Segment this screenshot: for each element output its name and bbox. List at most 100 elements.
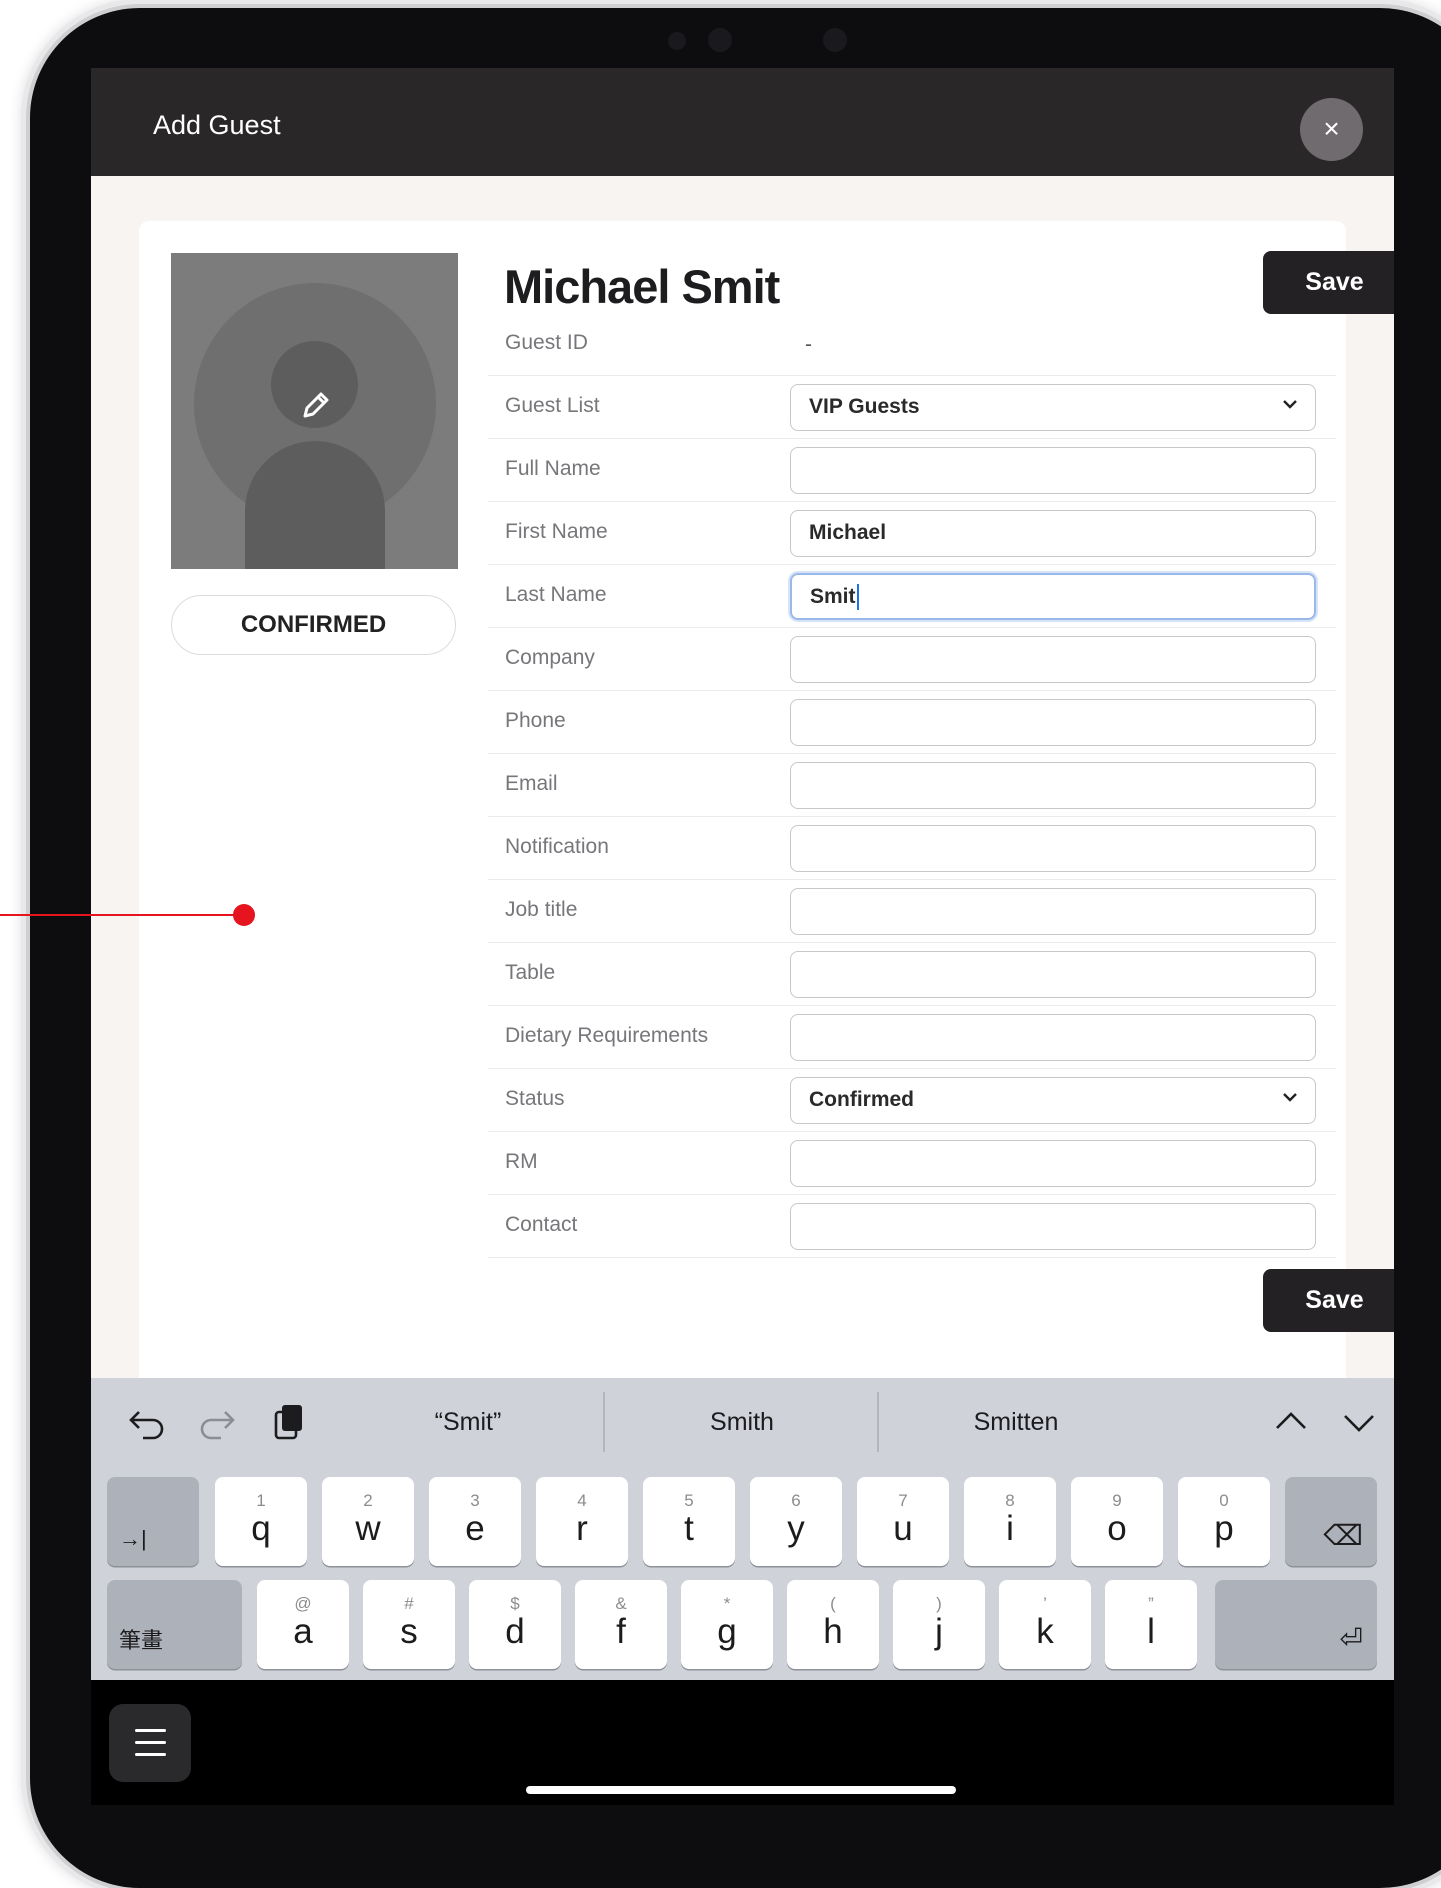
key-p[interactable]: 0p [1178,1477,1270,1566]
camera-strip [660,26,880,66]
key-t[interactable]: 5t [643,1477,735,1566]
first-name-input[interactable]: Michael [790,510,1316,557]
full-name-input[interactable] [790,447,1316,494]
key-label: w [355,1509,381,1548]
rm-input[interactable] [790,1140,1316,1187]
key-label: q [251,1509,271,1548]
return-icon: ⏎ [1339,1623,1363,1654]
rm-label: RM [505,1150,538,1173]
save-button-top[interactable]: Save [1263,251,1394,314]
key-alt-label: # [404,1594,414,1613]
undo-icon[interactable] [125,1400,169,1444]
form-row-first-name: First Name Michael [488,502,1336,565]
notification-input[interactable] [790,825,1316,872]
guest-list-label: Guest List [505,394,600,417]
key-u[interactable]: 7u [857,1477,949,1566]
status-value: Confirmed [809,1088,914,1111]
key-label: s [400,1612,418,1651]
key-s[interactable]: # s [363,1580,455,1669]
key-alt-label: 5 [684,1491,694,1510]
text-caret [856,584,859,611]
guest-id-value: - [805,333,812,356]
form-row-email: Email [488,754,1336,817]
chevron-down-icon [1283,400,1297,409]
full-name-label: Full Name [505,457,601,480]
key-y[interactable]: 6y [750,1477,842,1566]
tab-key-label: →| [119,1526,147,1551]
company-input[interactable] [790,636,1316,683]
phone-input[interactable] [790,699,1316,746]
onscreen-keyboard: “Smit” Smith Smitten →| 1q 2w 3e 4r 5t 6… [91,1378,1394,1680]
key-f[interactable]: & f [575,1580,667,1669]
key-o[interactable]: 9o [1071,1477,1163,1566]
suggestion-2[interactable]: Smith [607,1408,877,1437]
form-row-phone: Phone [488,691,1336,754]
key-label: h [823,1612,843,1651]
return-key[interactable]: ⏎ [1215,1580,1377,1669]
redo-icon[interactable] [195,1400,239,1444]
key-r[interactable]: 4r [536,1477,628,1566]
key-alt-label: ” [1148,1594,1154,1613]
email-input[interactable] [790,762,1316,809]
key-label: a [293,1612,313,1651]
menu-button[interactable] [109,1704,191,1782]
annotation-pointer-dot [233,904,255,926]
key-label: f [616,1612,626,1651]
table-input[interactable] [790,951,1316,998]
job-title-label: Job title [505,898,578,921]
key-label: d [505,1612,525,1651]
guest-photo[interactable] [171,253,458,569]
app-screen: Add Guest × CONFIRMED Michael Smit Save … [91,68,1394,1805]
status-select[interactable]: Confirmed [790,1077,1316,1124]
key-e[interactable]: 3e [429,1477,521,1566]
delete-icon: ⌫ [1323,1520,1363,1551]
save-button-bottom[interactable]: Save [1263,1269,1394,1332]
pencil-icon[interactable] [299,388,333,422]
last-name-input[interactable]: Smit [790,573,1316,620]
form-row-full-name: Full Name [488,439,1336,502]
key-a[interactable]: @ a [257,1580,349,1669]
form-row-rm: RM [488,1132,1336,1195]
paste-icon[interactable] [267,1400,311,1444]
suggestion-3[interactable]: Smitten [881,1408,1151,1437]
modal-title: Add Guest [153,110,281,140]
tab-key[interactable]: →| [107,1477,199,1566]
last-name-value: Smit [810,585,856,608]
key-i[interactable]: 8i [964,1477,1056,1566]
guest-form: Guest ID - Guest List VIP Guests Full Na… [488,313,1336,1258]
key-h[interactable]: (h [787,1580,879,1669]
suggestion-divider [877,1392,879,1452]
contact-input[interactable] [790,1203,1316,1250]
key-j[interactable]: ) j [893,1580,985,1669]
suggestion-divider [603,1392,605,1452]
key-alt-label: ’ [1043,1594,1047,1613]
modal-header: Add Guest × [91,68,1394,176]
close-button[interactable]: × [1300,98,1363,161]
key-alt-label: ) [936,1594,942,1613]
guest-name-heading: Michael Smit [504,260,780,313]
dietary-input[interactable] [790,1014,1316,1061]
suggestion-1[interactable]: “Smit” [333,1408,603,1437]
form-row-dietary: Dietary Requirements [488,1006,1336,1069]
contact-label: Contact [505,1213,578,1236]
key-label: y [787,1509,805,1548]
key-l[interactable]: ” l [1105,1580,1197,1669]
form-row-last-name: Last Name Smit [488,565,1336,628]
job-title-input[interactable] [790,888,1316,935]
chevron-up-icon[interactable] [1269,1400,1313,1444]
home-indicator[interactable] [526,1786,956,1794]
delete-key[interactable]: ⌫ [1285,1477,1377,1566]
key-w[interactable]: 2w [322,1477,414,1566]
status-badge[interactable]: CONFIRMED [171,595,456,655]
avatar-body [245,441,385,569]
input-mode-key[interactable]: 筆畫 [107,1580,242,1669]
guest-list-select[interactable]: VIP Guests [790,384,1316,431]
key-g[interactable]: * g [681,1580,773,1669]
key-alt-label: @ [294,1594,312,1613]
key-k[interactable]: ’ k [999,1580,1091,1669]
chevron-down-icon[interactable] [1337,1400,1381,1444]
dietary-label: Dietary Requirements [505,1024,709,1047]
key-label: r [576,1509,588,1548]
key-q[interactable]: 1q [215,1477,307,1566]
key-d[interactable]: $ d [469,1580,561,1669]
